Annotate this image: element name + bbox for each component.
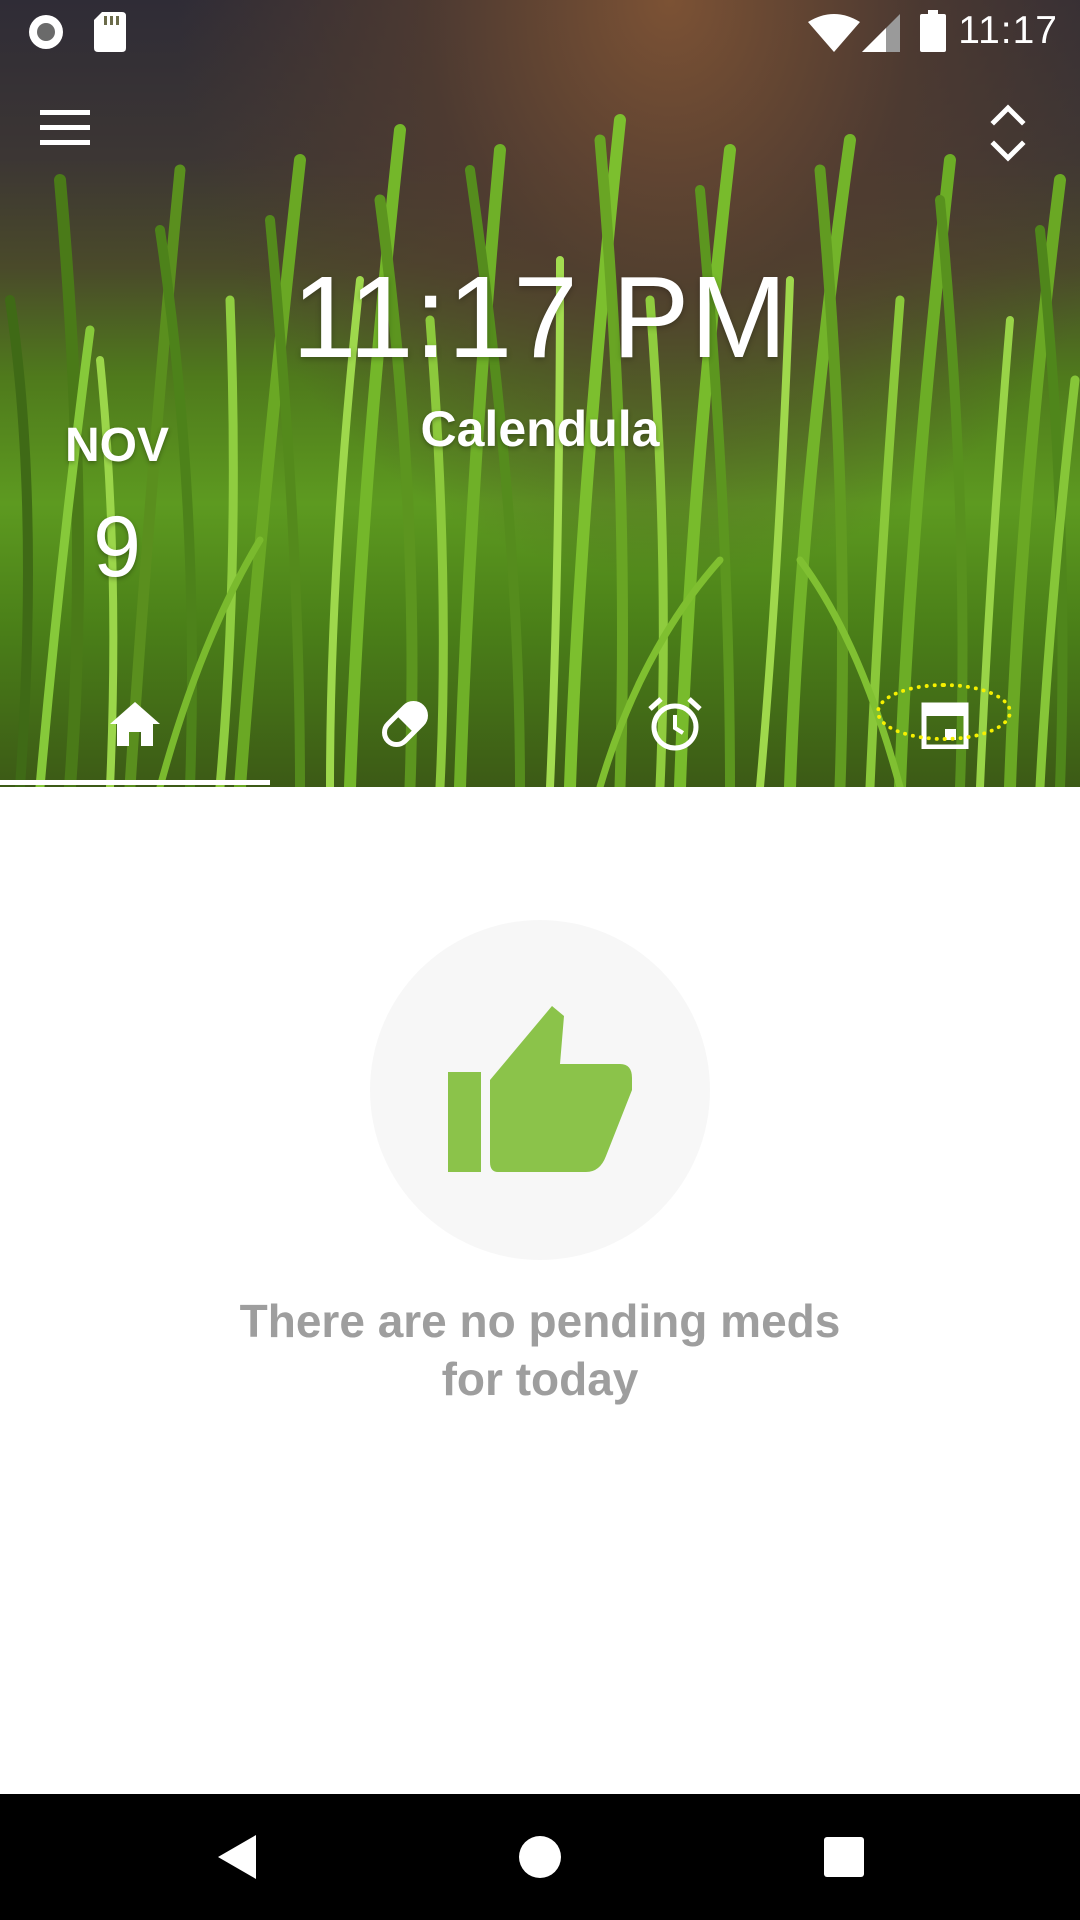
- expand-collapse-icon: [990, 104, 1026, 162]
- wifi-icon: [808, 14, 860, 57]
- system-nav-bar: [0, 1794, 1080, 1920]
- pill-icon: [382, 700, 428, 747]
- alarm-clock-icon: [648, 696, 702, 750]
- recents-icon: [824, 1837, 864, 1877]
- empty-state-circle: [370, 920, 710, 1260]
- back-icon: [218, 1835, 256, 1879]
- cell-signal-icon: [862, 14, 900, 57]
- status-bar: 11:17: [0, 0, 1080, 63]
- nav-back-button[interactable]: [202, 1822, 272, 1892]
- sd-card-icon: [94, 12, 126, 57]
- nav-home-button[interactable]: [505, 1822, 575, 1892]
- tab-calendar[interactable]: [810, 660, 1080, 787]
- tab-bar: [0, 660, 1080, 787]
- expand-collapse-button[interactable]: [988, 100, 1042, 172]
- current-time: 11:17 PM: [292, 252, 788, 382]
- nav-recents-button[interactable]: [809, 1822, 879, 1892]
- tab-home[interactable]: [0, 660, 270, 787]
- empty-state-message: There are no pending meds for today: [140, 1292, 940, 1408]
- calendar-icon: [921, 702, 969, 749]
- home-icon: [110, 701, 160, 746]
- app-screen: 11:17 11:17 PM Calendula NOV 9 There are…: [0, 0, 1080, 1920]
- record-icon: [26, 12, 66, 57]
- date-day: 9: [93, 499, 141, 595]
- empty-state-line-1: There are no pending meds: [239, 1295, 841, 1347]
- home-circle-icon: [519, 1836, 561, 1878]
- hamburger-menu-icon: [40, 110, 90, 145]
- tab-medicines[interactable]: [270, 660, 540, 787]
- battery-icon: [920, 10, 946, 57]
- selected-tab-indicator: [0, 780, 270, 785]
- empty-state-line-2: for today: [441, 1353, 639, 1405]
- menu-button[interactable]: [40, 108, 104, 164]
- tab-alarms[interactable]: [540, 660, 810, 787]
- status-time: 11:17: [958, 9, 1058, 52]
- date-month: NOV: [64, 419, 169, 472]
- header-background: 11:17 11:17 PM Calendula NOV 9: [0, 0, 1080, 787]
- thumbs-up-icon: [448, 1006, 632, 1172]
